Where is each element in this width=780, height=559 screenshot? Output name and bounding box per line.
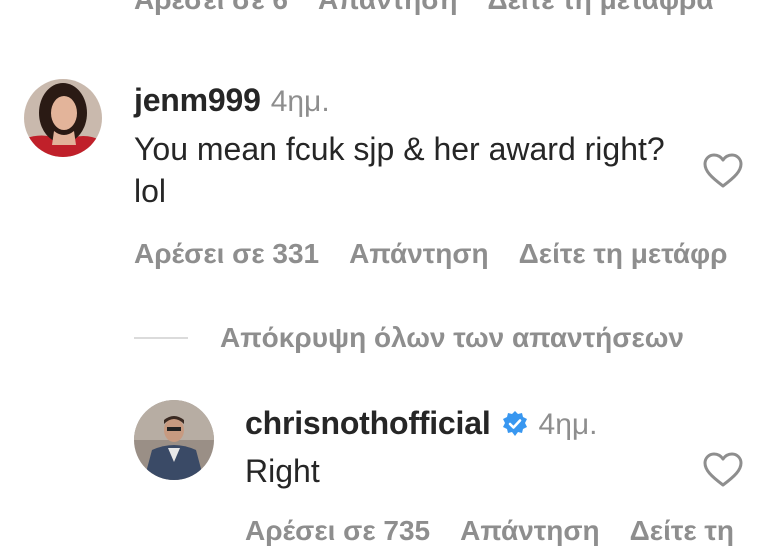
likes-count-button[interactable]: Αρέσει σε 6 [134, 0, 288, 16]
likes-count-button[interactable]: Αρέσει σε 735 [245, 515, 430, 547]
username-link[interactable]: jenm999 [134, 82, 261, 119]
hide-replies-label: Απόκρυψη όλων των απαντήσεων [220, 322, 684, 353]
see-translation-button[interactable]: Δείτε τη μετάφρ [519, 238, 728, 270]
avatar[interactable] [134, 400, 214, 480]
reply-header: chrisnothofficial 4ημ. [245, 405, 598, 442]
reply-button[interactable]: Απάντηση [349, 238, 489, 270]
likes-count-button[interactable]: Αρέσει σε 331 [134, 238, 319, 270]
previous-comment-actions: Αρέσει σε 6 Απάντηση Δείτε τη μεταφρα [134, 0, 714, 16]
comments-thread: Αρέσει σε 6 Απάντηση Δείτε τη μεταφρα je… [0, 0, 780, 559]
see-translation-button[interactable]: Δείτε τη [630, 515, 734, 547]
comment-timestamp: 4ημ. [538, 408, 598, 441]
comment-header: jenm999 4ημ. [134, 82, 330, 119]
comment-actions: Αρέσει σε 331 Απάντηση Δείτε τη μετάφρ [134, 238, 728, 270]
see-translation-button[interactable]: Δείτε τη μεταφρα [488, 0, 714, 16]
divider-line [134, 337, 188, 339]
heart-icon[interactable] [703, 452, 743, 488]
reply-text: Right [245, 453, 320, 489]
reply-button[interactable]: Απάντηση [460, 515, 600, 547]
comment-timestamp: 4ημ. [270, 85, 330, 118]
avatar[interactable] [24, 79, 102, 157]
username-link[interactable]: chrisnothofficial [245, 405, 491, 442]
reply-button[interactable]: Απάντηση [318, 0, 458, 16]
reply-actions: Αρέσει σε 735 Απάντηση Δείτε τη [245, 515, 734, 547]
verified-badge-icon [502, 410, 527, 436]
comment-text: You mean fcuk sjp & her award right? lol [134, 131, 665, 209]
hide-replies-button[interactable]: Απόκρυψη όλων των απαντήσεων [134, 322, 684, 354]
heart-icon[interactable] [703, 153, 743, 189]
